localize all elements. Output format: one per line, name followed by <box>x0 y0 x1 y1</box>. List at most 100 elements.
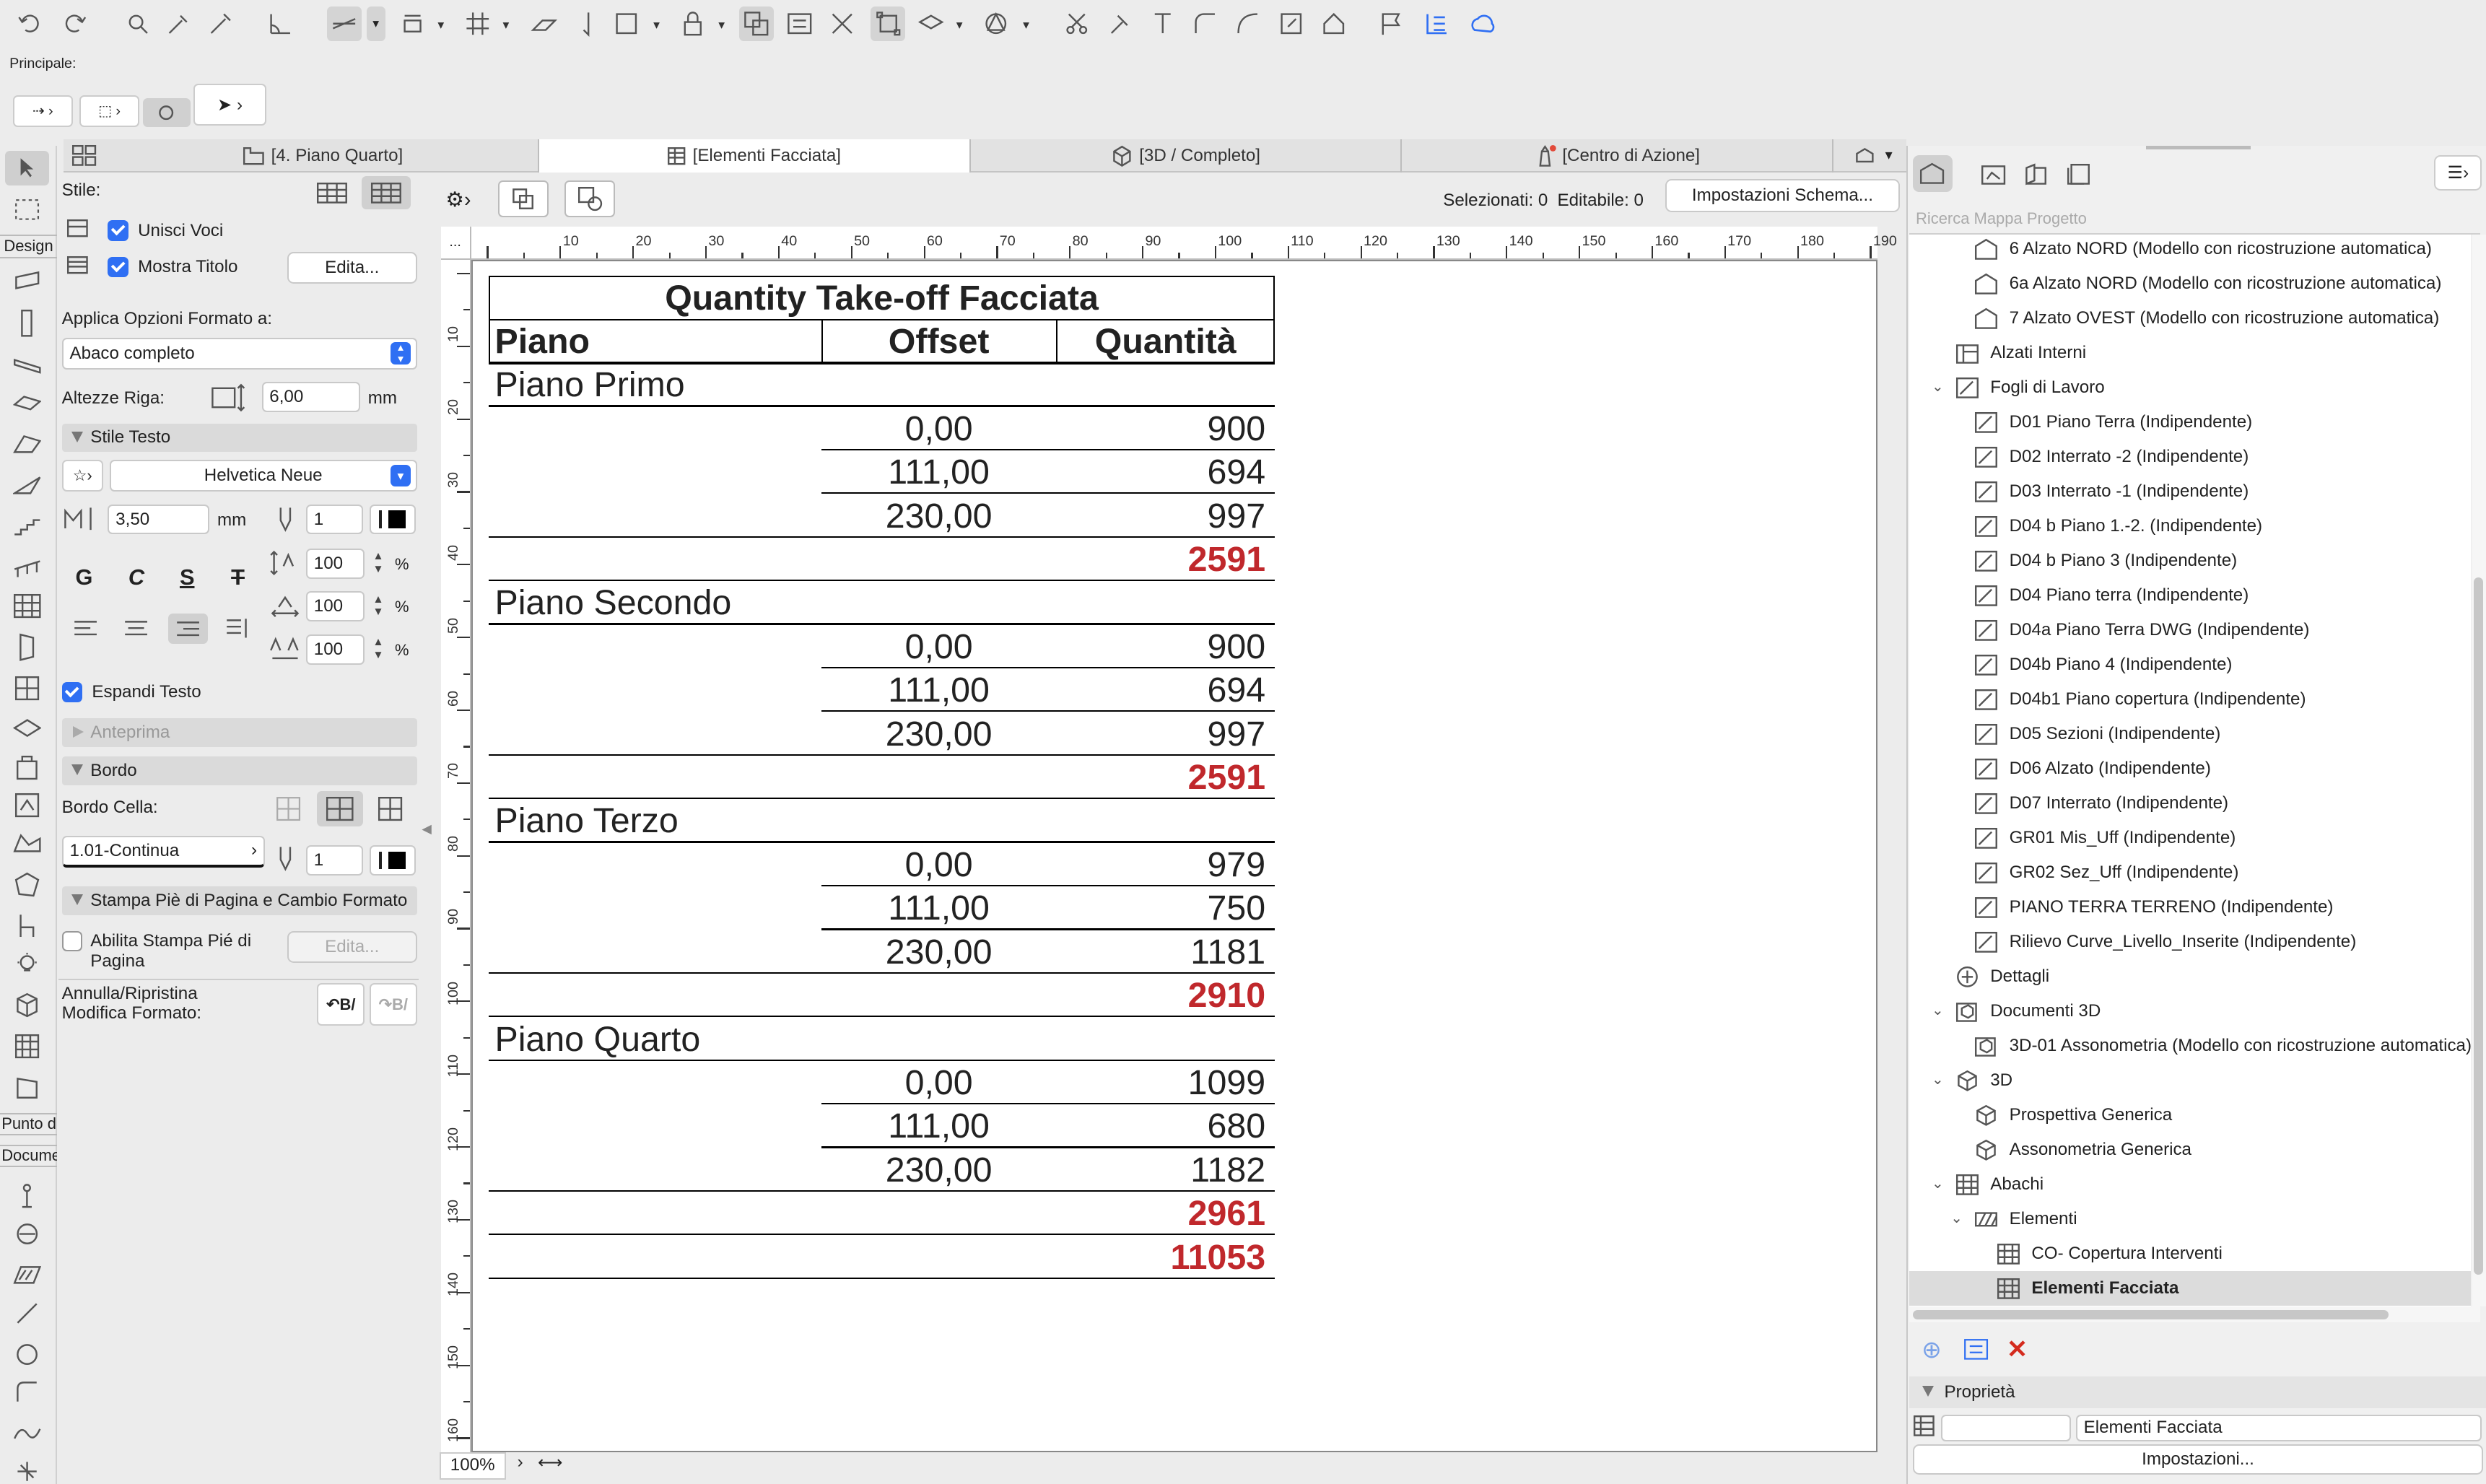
scale-2-input[interactable]: 100 <box>306 591 365 622</box>
tree-item[interactable]: GR01 Mis_Uff (Indipendente) <box>1909 821 2471 855</box>
edit-title-button[interactable]: Edita... <box>287 252 417 284</box>
tree-item[interactable]: D01 Piano Terra (Indipendente) <box>1909 405 2471 440</box>
properties-list-icon[interactable] <box>1962 1337 1991 1362</box>
italic-button[interactable]: C <box>121 564 152 599</box>
impostazioni-schema-button[interactable]: Impostazioni Schema... <box>1665 179 1900 213</box>
abilita-stampa-checkbox[interactable] <box>61 930 83 957</box>
view-map-icon[interactable] <box>1976 159 2010 191</box>
unisci-voci-checkbox[interactable]: Unisci Voci <box>108 220 223 241</box>
tree-item[interactable]: D05 Sezioni (Indipendente) <box>1909 717 2471 751</box>
arrow-select-icon[interactable] <box>4 150 50 186</box>
lock-icon[interactable] <box>676 6 710 41</box>
tree-item[interactable]: Rilievo Curve_Livello_Inserite (Indipend… <box>1909 925 2471 959</box>
box-3d-icon[interactable] <box>6 990 48 1021</box>
border-color-swatch[interactable] <box>369 845 416 876</box>
tree-item[interactable]: Alzati Interni <box>1909 336 2471 370</box>
cloud-sync-icon[interactable] <box>1465 6 1500 41</box>
curtain-wall-icon[interactable] <box>6 590 48 621</box>
chevron-down-icon[interactable]: ⌄ <box>1932 1002 1944 1019</box>
anteprima-header[interactable]: Anteprima <box>61 718 417 747</box>
dimension-icon[interactable] <box>6 1180 48 1212</box>
guide-dropdown-icon[interactable]: ▾ <box>366 6 385 42</box>
tree-item[interactable]: D04b1 Piano copertura (Indipendente) <box>1909 682 2471 717</box>
tree-item[interactable]: ⌄ Abachi <box>1909 1167 2471 1202</box>
scale-3-input[interactable]: 100 <box>306 634 365 665</box>
property-icon[interactable] <box>1419 6 1454 41</box>
property-name-input[interactable]: Elementi Facciata <box>2075 1414 2482 1442</box>
pen-color-swatch[interactable] <box>369 504 416 535</box>
publisher-icon[interactable] <box>2062 159 2096 191</box>
layout-book-icon[interactable] <box>2019 159 2054 191</box>
frame-icon[interactable] <box>609 6 644 41</box>
underline-button[interactable]: S <box>171 564 203 599</box>
tree-item[interactable]: 3D-01 Assonometria (Modello con ricostru… <box>1909 1029 2471 1063</box>
scale-3-stepper[interactable]: ▲ ▼ <box>371 636 385 663</box>
column-icon[interactable] <box>6 307 48 339</box>
plane-icon[interactable] <box>526 6 561 41</box>
wall-icon[interactable] <box>6 266 48 298</box>
polyline-icon[interactable] <box>6 1376 48 1408</box>
line-icon[interactable] <box>6 1297 48 1329</box>
tree-item[interactable]: D07 Interrato (Indipendente) <box>1909 786 2471 821</box>
door-icon[interactable] <box>6 631 48 663</box>
checkbox-unchecked[interactable] <box>61 930 83 952</box>
edit-footer-button[interactable]: Edita... <box>287 930 417 963</box>
espandi-testo-checkbox[interactable]: Espandi Testo <box>61 681 201 703</box>
pen-input[interactable]: 1 <box>306 504 364 535</box>
flag-icon[interactable] <box>1374 6 1408 41</box>
tree-hscrollbar[interactable] <box>1909 1306 2481 1323</box>
window-icon[interactable] <box>6 673 48 704</box>
checkbox-checked[interactable] <box>108 256 128 278</box>
zone-icon[interactable] <box>6 790 48 821</box>
checkbox-checked[interactable] <box>108 220 128 241</box>
hammer-icon[interactable] <box>1102 6 1137 41</box>
tree-item[interactable]: D04 b Piano 1.-2. (Indipendente) <box>1909 509 2471 544</box>
ruler-corner[interactable]: ... <box>440 227 471 261</box>
align-left-icon[interactable] <box>73 619 102 641</box>
collapse-panel-icon[interactable]: ◀ <box>422 821 432 850</box>
bordo-header[interactable]: Bordo <box>61 756 417 785</box>
tree-item[interactable]: 6 Alzato NORD (Modello con ricostruzione… <box>1909 235 2471 266</box>
checkbox-checked[interactable] <box>61 681 83 703</box>
search-input[interactable]: Ricerca Mappa Progetto <box>1909 203 2481 235</box>
syringe-icon[interactable] <box>203 6 237 41</box>
property-id-input[interactable] <box>1941 1414 2072 1442</box>
redo-format-icon[interactable]: ↷B/ <box>369 983 417 1026</box>
scissors-icon[interactable] <box>1060 6 1094 41</box>
align-right-icon[interactable] <box>167 614 208 644</box>
slab-icon[interactable] <box>6 387 48 419</box>
trace-icon[interactable] <box>871 6 906 42</box>
proprieta-header[interactable]: Proprietà <box>1909 1376 2486 1408</box>
tree-item[interactable]: ⌄ Fogli di Lavoro <box>1909 370 2471 405</box>
layer-dropdown[interactable]: ⇢ › <box>12 95 74 127</box>
mostra-titolo-checkbox[interactable]: Mostra Titolo <box>108 256 237 278</box>
strikethrough-button[interactable]: T <box>222 564 254 599</box>
add-view-icon[interactable]: ⊕ <box>1919 1337 1944 1362</box>
chevron-down-icon[interactable]: ⌄ <box>1932 1175 1944 1192</box>
fillet-icon[interactable] <box>1188 6 1223 41</box>
layers-icon[interactable] <box>913 6 948 41</box>
lamp-icon[interactable] <box>6 948 48 980</box>
tree-item[interactable]: 7 Alzato OVEST (Modello con ricostruzion… <box>1909 301 2471 336</box>
tree-item[interactable]: PIANO TERRA TERRENO (Indipendente) <box>1909 890 2471 925</box>
eyedropper-icon[interactable] <box>162 6 196 41</box>
row-height-input[interactable]: 6,00 <box>261 382 360 413</box>
tab-centro-azione[interactable]: [Centro di Azione] <box>1402 139 1833 173</box>
stampa-header[interactable]: Stampa Piè di Pagina e Cambio Formato <box>61 886 417 915</box>
tree-item[interactable]: D04b Piano 4 (Indipendente) <box>1909 647 2471 682</box>
fill-icon[interactable] <box>6 1259 48 1291</box>
tree-item[interactable]: CO- Copertura Interventi <box>1909 1236 2471 1271</box>
tab-elementi-facciata[interactable]: [Elementi Facciata] <box>538 139 971 173</box>
border-pen-input[interactable]: 1 <box>306 845 364 876</box>
zoom-chevron-icon[interactable]: › <box>510 1452 529 1479</box>
find-select-icon[interactable] <box>121 6 155 41</box>
roof-tool-icon[interactable] <box>6 428 48 460</box>
scale-1-stepper[interactable]: ▲ ▼ <box>371 550 385 577</box>
resize-icon[interactable] <box>1273 6 1308 41</box>
redo-icon[interactable] <box>57 6 92 41</box>
font-select[interactable]: Helvetica Neue ▾ <box>109 460 417 492</box>
delete-icon[interactable]: ✕ <box>2005 1337 2030 1362</box>
impostazioni-button[interactable]: Impostazioni... <box>1912 1444 2484 1475</box>
favorite-star-icon[interactable]: ☆› <box>61 460 103 492</box>
justify-icon[interactable] <box>225 617 254 642</box>
